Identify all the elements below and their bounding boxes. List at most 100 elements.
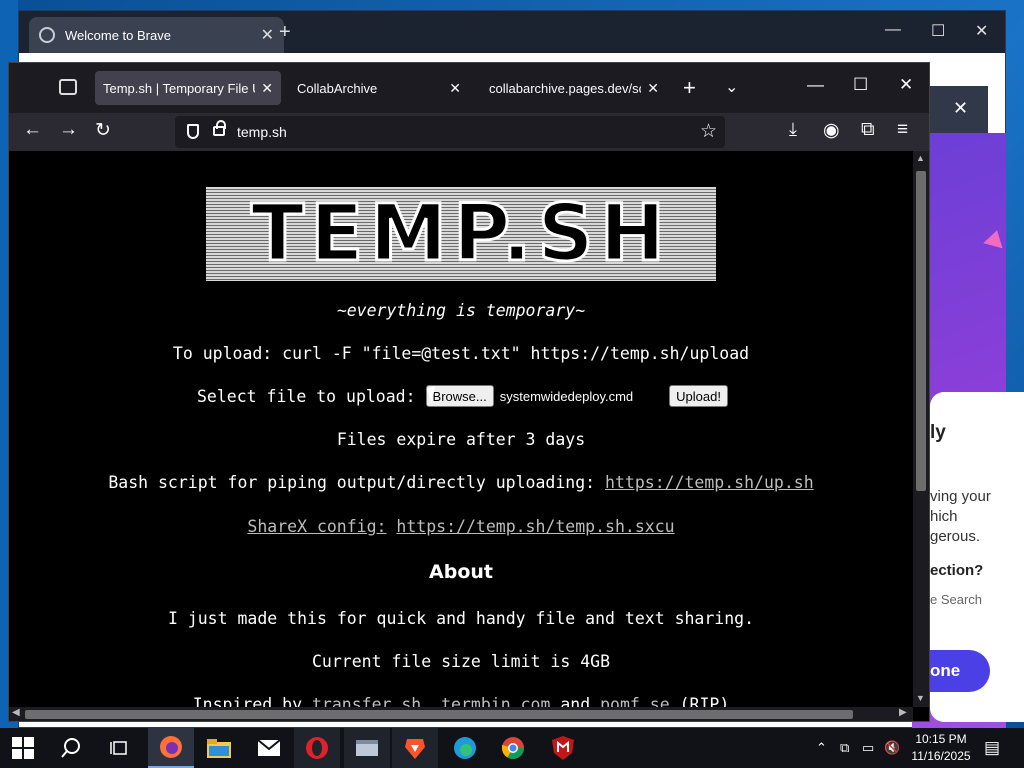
menu-hamburger-icon[interactable]: ≡	[897, 119, 908, 141]
close-icon[interactable]: ✕	[261, 80, 273, 97]
inspired-suffix: (RIP)	[679, 695, 730, 707]
bash-script-link[interactable]: https://temp.sh/up.sh	[605, 473, 814, 492]
sharex-line: ShareX config: https://temp.sh/temp.sh.s…	[9, 517, 913, 536]
tab-label: Temp.sh | Temporary File Uplo	[103, 80, 255, 96]
temp-sh-logo: TEMP.SH	[206, 187, 716, 281]
pomf-link[interactable]: pomf.se	[600, 695, 670, 707]
close-window-button[interactable]: ✕	[899, 75, 913, 95]
mcafee-shield-icon	[552, 736, 574, 760]
mcafee-taskbar-button[interactable]	[540, 728, 586, 768]
url-text[interactable]: temp.sh	[237, 124, 287, 140]
tab-collabarchive-script[interactable]: collabarchive.pages.dev/scrip ✕	[481, 71, 667, 105]
size-limit-text: Current file size limit is 4GB	[311, 652, 610, 671]
tracking-protection-shield-icon[interactable]	[187, 124, 199, 139]
back-arrow-icon[interactable]: ←	[23, 119, 42, 141]
transfer-sh-link[interactable]: transfer.sh	[312, 695, 421, 707]
new-tab-button[interactable]: +	[683, 75, 696, 101]
scroll-right-arrow-icon[interactable]: ▶	[899, 707, 907, 718]
brave-tab-welcome[interactable]: Welcome to Brave ✕	[29, 17, 284, 53]
maximize-button[interactable]: ☐	[853, 75, 868, 95]
downloads-icon[interactable]: ⤓	[789, 119, 797, 140]
url-bar[interactable]: temp.sh ☆	[175, 116, 725, 148]
start-button[interactable]	[0, 728, 46, 768]
forward-arrow-icon[interactable]: →	[59, 119, 78, 141]
card-question: ection?	[930, 562, 984, 579]
close-icon[interactable]: ✕	[647, 80, 659, 97]
file-explorer-button[interactable]	[196, 728, 242, 768]
mail-icon	[257, 739, 281, 756]
task-view-icon	[110, 741, 127, 755]
lock-icon[interactable]	[213, 120, 226, 136]
brave-close-panel-icon[interactable]: ✕	[953, 98, 968, 119]
tab-temp-sh[interactable]: Temp.sh | Temporary File Uplo ✕	[95, 71, 281, 105]
chrome-taskbar-button[interactable]	[490, 728, 536, 768]
meet-now-icon[interactable]: ⧉	[840, 728, 849, 768]
card-action-button[interactable]: one	[920, 650, 990, 692]
clock-date: 11/16/2025	[911, 749, 971, 763]
opera-taskbar-button[interactable]	[294, 728, 340, 768]
scroll-left-arrow-icon[interactable]: ◀	[12, 707, 20, 718]
network-icon[interactable]: ▭	[862, 728, 874, 768]
tab-collabarchive[interactable]: CollabArchive ✕	[289, 71, 469, 105]
brave-tab-label: Welcome to Brave	[65, 27, 171, 43]
minimize-button[interactable]: —	[807, 75, 824, 95]
brave-maximize-button[interactable]: ☐	[931, 21, 945, 41]
logo-text: TEMP.SH	[249, 188, 672, 281]
about-heading: About	[429, 561, 493, 583]
brave-close-button[interactable]: ✕	[975, 21, 988, 41]
close-icon[interactable]: ✕	[449, 80, 461, 97]
brave-lion-icon	[405, 739, 425, 759]
windows-logo-icon	[12, 737, 34, 759]
curl-instructions: To upload: curl -F "file=@test.txt" http…	[172, 344, 750, 363]
sharex-config-label-link[interactable]: ShareX config:	[247, 517, 386, 536]
globe-icon	[39, 27, 55, 43]
bash-script-line: Bash script for piping output/directly u…	[9, 473, 913, 492]
clock[interactable]: 10:15 PM 11/16/2025	[906, 731, 976, 765]
tagline: ~everything is temporary~	[336, 301, 586, 320]
firefox-window: Temp.sh | Temporary File Uplo ✕ CollabAr…	[8, 62, 930, 722]
scroll-up-arrow-icon[interactable]: ▲	[916, 153, 925, 163]
selected-file-name: systemwidedeploy.cmd	[499, 388, 634, 404]
horizontal-scrollbar[interactable]: ◀ ▶	[9, 707, 913, 721]
search-button[interactable]	[48, 728, 94, 768]
mail-button[interactable]	[246, 728, 292, 768]
sharex-config-link[interactable]: https://temp.sh/temp.sh.sxcu	[396, 517, 674, 536]
card-heading: ly	[930, 422, 946, 443]
close-icon[interactable]: ✕	[261, 25, 274, 45]
task-view-button[interactable]	[96, 728, 142, 768]
inspired-and: and	[560, 695, 591, 707]
firefox-taskbar-button[interactable]	[148, 728, 194, 768]
list-all-tabs-chevron-icon[interactable]: ⌄	[725, 77, 738, 97]
firefox-view-icon[interactable]	[59, 79, 77, 95]
brave-minimize-button[interactable]: —	[885, 21, 901, 39]
opera-icon	[306, 737, 328, 759]
brave-onboarding-card: ly ving your hich gerous. ection? e Sear…	[920, 392, 1024, 722]
brave-new-tab-button[interactable]: +	[279, 21, 291, 44]
chrome-icon	[502, 737, 524, 759]
brave-taskbar-button[interactable]	[392, 728, 438, 768]
account-icon[interactable]: ◉	[823, 119, 840, 142]
upload-button[interactable]: Upload!	[669, 385, 728, 407]
page-content: TEMP.SH ~everything is temporary~ To upl…	[9, 151, 913, 707]
search-icon	[61, 738, 80, 758]
vertical-scroll-thumb[interactable]	[916, 171, 926, 491]
card-body-line: ving your	[930, 488, 991, 505]
bash-script-label: Bash script for piping output/directly u…	[108, 473, 596, 492]
expire-notice: Files expire after 3 days	[336, 430, 586, 449]
window-app-icon	[356, 740, 378, 756]
vertical-scrollbar[interactable]: ▲ ▼	[913, 151, 929, 707]
notifications-icon[interactable]: ▤	[984, 728, 1000, 768]
horizontal-scroll-thumb[interactable]	[25, 710, 853, 719]
extensions-puzzle-icon[interactable]: ⧉	[861, 119, 875, 141]
show-hidden-icons-chevron-icon[interactable]: ⌃	[816, 728, 827, 768]
app-taskbar-button[interactable]	[344, 728, 390, 768]
reload-icon[interactable]: ↻	[95, 119, 111, 142]
termbin-link[interactable]: termbin.com	[441, 695, 550, 707]
card-body: ving your hich gerous.	[930, 487, 991, 547]
card-subtext: e Search	[930, 592, 983, 607]
scroll-down-arrow-icon[interactable]: ▼	[916, 693, 925, 703]
edge-taskbar-button[interactable]	[442, 728, 488, 768]
upload-form: Select file to upload: Browse... systemw…	[197, 385, 728, 407]
volume-muted-icon[interactable]: 🔇	[884, 728, 900, 768]
bookmark-star-icon[interactable]: ☆	[700, 120, 717, 143]
